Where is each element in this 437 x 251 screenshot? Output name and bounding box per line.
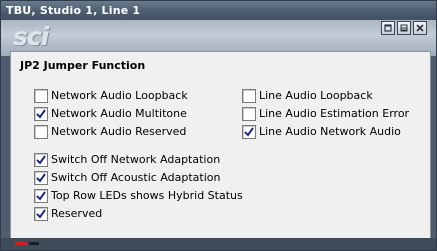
checkmark-icon [36,173,46,183]
checkmark-icon [36,209,46,219]
close-button[interactable] [413,21,427,35]
checkbox-box[interactable] [242,89,256,103]
section-title: JP2 Jumper Function [20,59,146,72]
app-window: TBU, Studio 1, Line 1 sci JP2 Jumper Fun… [0,0,437,251]
checkbox-label: Network Audio Multitone [51,107,187,120]
checkmark-icon [36,155,46,165]
checkbox-label: Line Audio Loopback [259,89,373,102]
checkbox-label: Network Audio Reserved [51,125,187,138]
checkbox-box[interactable] [242,107,256,121]
status-bar [1,238,436,250]
checkmark-icon [36,191,46,201]
checkbox-box[interactable] [34,107,48,121]
close-icon [416,24,424,32]
checkbox-box[interactable] [34,171,48,185]
title-bar[interactable]: TBU, Studio 1, Line 1 [1,1,436,20]
checkbox-box[interactable] [34,189,48,203]
jp2-jumper-panel: JP2 Jumper Function Network Audio Loopba… [10,51,431,240]
checkbox-label: Top Row LEDs shows Hybrid Status [51,189,243,202]
checkmark-icon [244,127,254,137]
checkbox-label: Line Audio Estimation Error [259,107,410,120]
window-title: TBU, Studio 1, Line 1 [6,4,141,17]
restore-button[interactable] [381,21,395,35]
restore-icon [384,24,392,32]
status-led-red [15,242,27,245]
checkbox-label: Switch Off Acoustic Adaptation [51,171,221,184]
checkbox-box[interactable] [34,153,48,167]
checkbox-label: Network Audio Loopback [51,89,188,102]
checkbox-box[interactable] [242,125,256,139]
status-led-dark [29,242,39,245]
minimize-icon [400,24,408,32]
minimize-button[interactable] [397,21,411,35]
checkbox-box[interactable] [34,89,48,103]
checkmark-icon [36,109,46,119]
checkbox-label: Line Audio Network Audio [259,125,401,138]
checkbox-label: Reserved [51,207,103,220]
checkbox-box[interactable] [34,207,48,221]
checkbox-label: Switch Off Network Adaptation [51,153,221,166]
checkbox-box[interactable] [34,125,48,139]
sci-logo: sci [13,22,49,51]
